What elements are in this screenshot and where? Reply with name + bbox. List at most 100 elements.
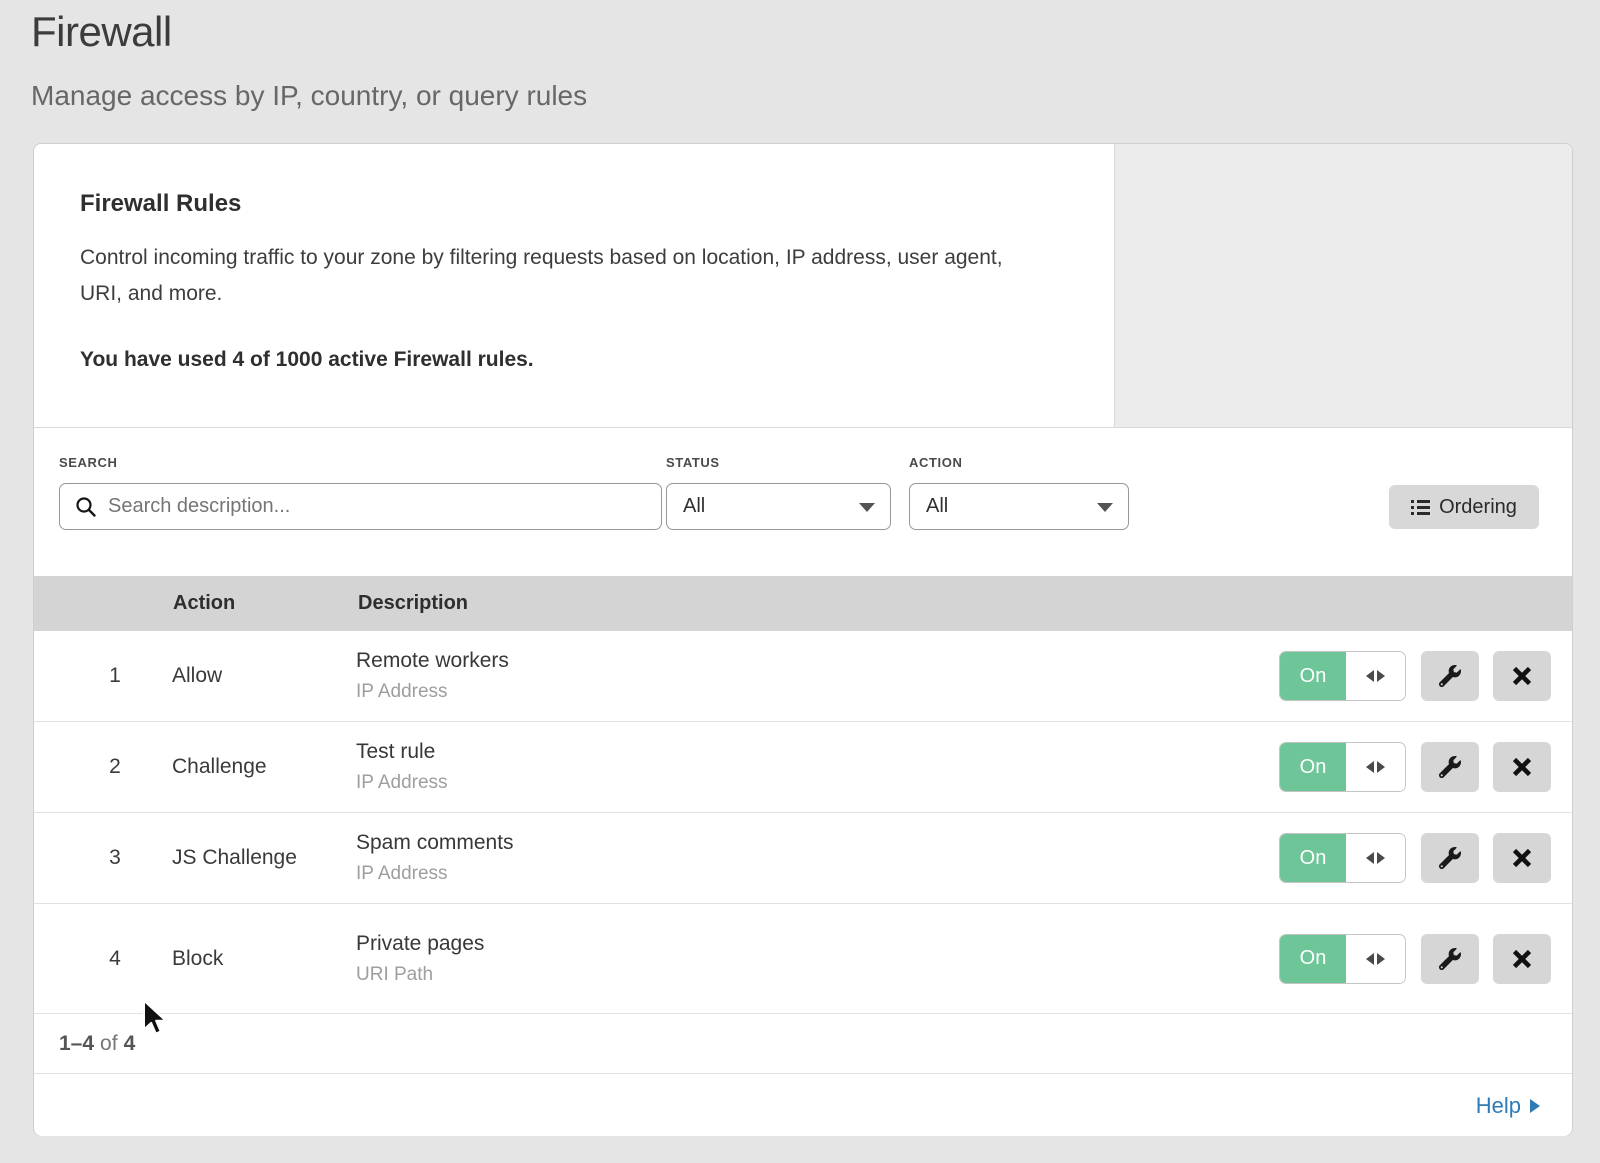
help-arrow-icon bbox=[1530, 1099, 1540, 1113]
wrench-icon bbox=[1439, 756, 1461, 778]
rules-usage-text: You have used 4 of 1000 active Firewall … bbox=[80, 348, 534, 372]
rule-match-type: IP Address bbox=[356, 772, 448, 794]
wrench-icon bbox=[1439, 665, 1461, 687]
triangle-left-icon bbox=[1366, 761, 1374, 773]
triangle-right-icon bbox=[1377, 670, 1385, 682]
toggle-on-label[interactable]: On bbox=[1280, 935, 1346, 983]
delete-rule-button[interactable] bbox=[1493, 651, 1551, 701]
table-row: 4 Block Private pages URI Path On bbox=[34, 904, 1572, 1014]
column-header-description: Description bbox=[358, 592, 468, 615]
filters-bar: SEARCH STATUS ACTION All All Orderin bbox=[34, 429, 1572, 576]
pagination-bar: 1–4 of 4 bbox=[34, 1014, 1572, 1074]
chevron-down-icon bbox=[859, 503, 875, 512]
help-link[interactable]: Help bbox=[1476, 1093, 1540, 1119]
toggle-arrows-icon[interactable] bbox=[1346, 935, 1405, 983]
search-input[interactable] bbox=[59, 483, 662, 530]
pagination-of: of bbox=[100, 1032, 118, 1056]
rule-controls: On bbox=[1279, 833, 1572, 883]
wrench-icon bbox=[1439, 948, 1461, 970]
rule-controls: On bbox=[1279, 742, 1572, 792]
page-title: Firewall bbox=[31, 8, 172, 56]
close-icon bbox=[1511, 847, 1533, 869]
close-icon bbox=[1511, 948, 1533, 970]
edit-rule-button[interactable] bbox=[1421, 833, 1479, 883]
table-row: 1 Allow Remote workers IP Address On bbox=[34, 631, 1572, 722]
rule-enable-toggle[interactable]: On bbox=[1279, 651, 1406, 701]
toggle-arrows-icon[interactable] bbox=[1346, 834, 1405, 882]
rule-description: Test rule bbox=[356, 740, 448, 764]
rule-description-cell: Test rule IP Address bbox=[356, 740, 448, 794]
close-icon bbox=[1511, 756, 1533, 778]
edit-rule-button[interactable] bbox=[1421, 742, 1479, 792]
edit-rule-button[interactable] bbox=[1421, 934, 1479, 984]
triangle-left-icon bbox=[1366, 670, 1374, 682]
rule-action: Allow bbox=[172, 631, 222, 721]
intro-description: Control incoming traffic to your zone by… bbox=[80, 240, 1030, 312]
rule-match-type: IP Address bbox=[356, 681, 509, 703]
chevron-down-icon bbox=[1097, 503, 1113, 512]
ordering-button[interactable]: Ordering bbox=[1389, 485, 1539, 529]
rule-controls: On bbox=[1279, 651, 1572, 701]
rule-number: 4 bbox=[85, 904, 145, 1013]
rule-number: 1 bbox=[85, 631, 145, 721]
intro-section: Firewall Rules Control incoming traffic … bbox=[34, 144, 1572, 428]
search-label: SEARCH bbox=[59, 455, 118, 470]
wrench-icon bbox=[1439, 847, 1461, 869]
rule-description-cell: Private pages URI Path bbox=[356, 932, 484, 986]
create-rule-panel: Create a Firewall rule bbox=[1114, 144, 1572, 427]
rule-match-type: IP Address bbox=[356, 863, 514, 885]
ordering-button-label: Ordering bbox=[1439, 496, 1517, 519]
card-footer: Help bbox=[34, 1075, 1572, 1136]
rule-description-cell: Remote workers IP Address bbox=[356, 649, 509, 703]
action-select-value: All bbox=[926, 495, 948, 518]
ordering-icon bbox=[1411, 500, 1430, 515]
delete-rule-button[interactable] bbox=[1493, 833, 1551, 883]
column-header-action: Action bbox=[173, 592, 235, 615]
toggle-arrows-icon[interactable] bbox=[1346, 652, 1405, 700]
triangle-right-icon bbox=[1377, 852, 1385, 864]
search-icon bbox=[74, 495, 98, 519]
rule-description: Remote workers bbox=[356, 649, 509, 673]
action-select[interactable]: All bbox=[909, 483, 1129, 530]
rule-controls: On bbox=[1279, 934, 1572, 984]
firewall-page: Firewall Manage access by IP, country, o… bbox=[0, 0, 1600, 1163]
triangle-left-icon bbox=[1366, 852, 1374, 864]
triangle-right-icon bbox=[1377, 761, 1385, 773]
close-icon bbox=[1511, 665, 1533, 687]
delete-rule-button[interactable] bbox=[1493, 934, 1551, 984]
delete-rule-button[interactable] bbox=[1493, 742, 1551, 792]
table-row: 3 JS Challenge Spam comments IP Address … bbox=[34, 813, 1572, 904]
rule-enable-toggle[interactable]: On bbox=[1279, 934, 1406, 984]
rule-action: Block bbox=[172, 904, 223, 1013]
rule-action: JS Challenge bbox=[172, 813, 297, 903]
edit-rule-button[interactable] bbox=[1421, 651, 1479, 701]
firewall-rules-card: Firewall Rules Control incoming traffic … bbox=[33, 143, 1573, 1136]
status-select[interactable]: All bbox=[666, 483, 891, 530]
status-select-value: All bbox=[683, 495, 705, 518]
toggle-arrows-icon[interactable] bbox=[1346, 743, 1405, 791]
toggle-on-label[interactable]: On bbox=[1280, 743, 1346, 791]
status-label: STATUS bbox=[666, 455, 720, 470]
rule-action: Challenge bbox=[172, 722, 267, 812]
table-row: 2 Challenge Test rule IP Address On bbox=[34, 722, 1572, 813]
help-link-label: Help bbox=[1476, 1093, 1521, 1119]
triangle-right-icon bbox=[1377, 953, 1385, 965]
rules-list: 1 Allow Remote workers IP Address On bbox=[34, 631, 1572, 1014]
toggle-on-label[interactable]: On bbox=[1280, 834, 1346, 882]
page-subtitle: Manage access by IP, country, or query r… bbox=[31, 80, 587, 112]
pagination-range: 1–4 bbox=[59, 1032, 94, 1056]
rule-description-cell: Spam comments IP Address bbox=[356, 831, 514, 885]
search-field-wrap bbox=[59, 483, 662, 530]
toggle-on-label[interactable]: On bbox=[1280, 652, 1346, 700]
table-header: Action Description bbox=[34, 576, 1572, 631]
rule-match-type: URI Path bbox=[356, 964, 484, 986]
intro-heading: Firewall Rules bbox=[80, 190, 241, 218]
pagination-total: 4 bbox=[124, 1032, 136, 1056]
rule-description: Spam comments bbox=[356, 831, 514, 855]
triangle-left-icon bbox=[1366, 953, 1374, 965]
rule-enable-toggle[interactable]: On bbox=[1279, 742, 1406, 792]
rule-number: 2 bbox=[85, 722, 145, 812]
rule-description: Private pages bbox=[356, 932, 484, 956]
rule-enable-toggle[interactable]: On bbox=[1279, 833, 1406, 883]
rule-number: 3 bbox=[85, 813, 145, 903]
